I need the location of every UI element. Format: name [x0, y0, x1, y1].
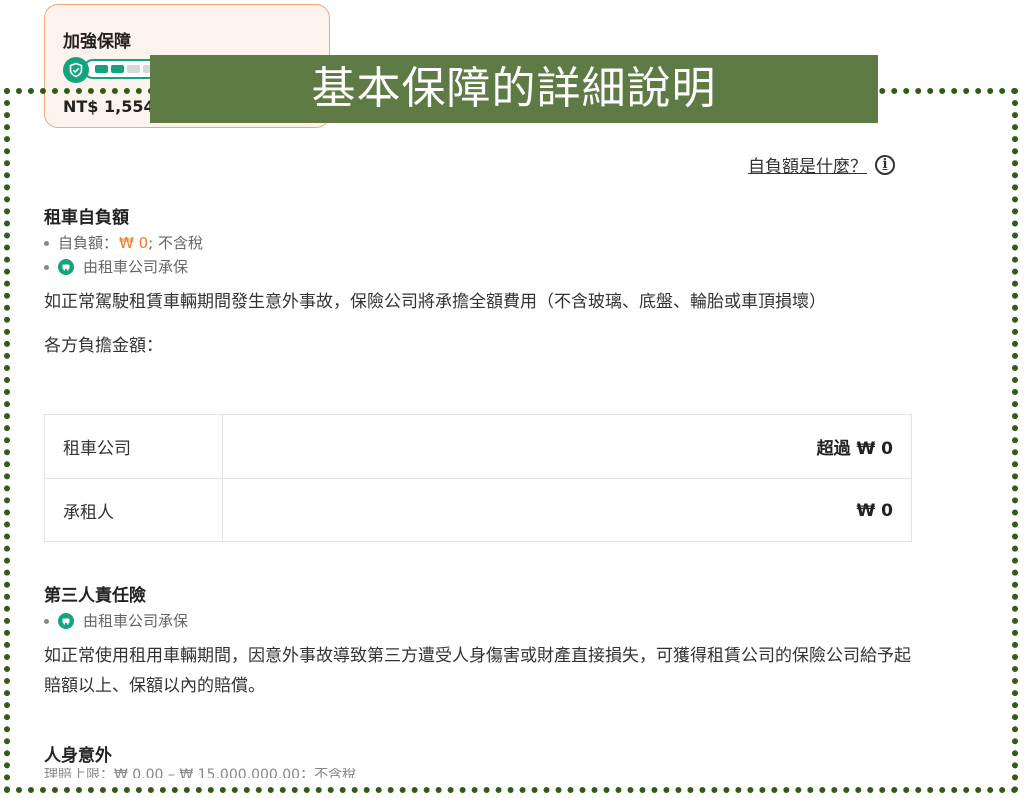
caption-banner: 基本保障的詳細說明 — [150, 55, 878, 123]
deductible-label: 自負額： — [58, 234, 119, 252]
insurer-bullet: 由租車公司承保 — [44, 609, 914, 633]
bullet-dot — [44, 618, 49, 624]
shield-check-icon — [63, 57, 89, 83]
car-icon — [58, 613, 74, 629]
table-party: 租車公司 — [45, 415, 223, 478]
cost-split-title: 各方負擔金額： — [44, 336, 163, 356]
table-party: 承租人 — [45, 479, 223, 542]
table-row: 租車公司 超過 ₩ 0 — [45, 415, 911, 479]
level-segment — [127, 65, 140, 73]
section-title: 第三人責任險 — [44, 586, 146, 606]
bullet-dot — [44, 240, 49, 246]
table-amount: 超過 ₩ 0 — [816, 439, 893, 459]
deductible-faq-label: 自負額是什麼？ — [748, 157, 867, 177]
personal-accident-cutoff-text: 理賠上限：₩ 0.00 – ₩ 15,000,000.00；不含稅 — [44, 768, 357, 778]
deductible-value: ₩ 0 — [119, 234, 149, 252]
deductible-description: 如正常駕駛租賃車輛期間發生意外事故，保險公司將承擔全額費用（不含玻璃、底盤、輪胎… — [44, 292, 826, 312]
cost-split-table: 租車公司 超過 ₩ 0 承租人 ₩ 0 — [44, 414, 912, 542]
personal-accident-section: 人身意外 — [44, 745, 914, 767]
plan-price-value: NT$ 1,554 — [63, 97, 155, 116]
level-segment — [95, 65, 108, 73]
table-row: 承租人 ₩ 0 — [45, 479, 911, 542]
deductible-faq-link[interactable]: 自負額是什麼？ i — [748, 152, 895, 177]
insurer-text: 由租車公司承保 — [83, 612, 189, 630]
insurer-bullet: 由租車公司承保 — [44, 255, 914, 279]
rental-deductible-section: 租車自負額 自負額： ₩ 0 ; 不含稅 由租車公司承保 如正常駕駛租賃車輛期間… — [44, 207, 914, 361]
third-party-section: 第三人責任險 由租車公司承保 如正常使用租用車輛期間，因意外事故導致第三方遭受人… — [44, 585, 914, 701]
level-segment — [111, 65, 124, 73]
deductible-bullet: 自負額： ₩ 0 ; 不含稅 — [44, 231, 914, 255]
plan-title: 加強保障 — [63, 32, 131, 52]
third-party-description: 如正常使用租用車輛期間，因意外事故導致第三方遭受人身傷害或財產直接損失，可獲得租… — [44, 646, 911, 696]
section-title: 人身意外 — [44, 746, 112, 766]
bullet-dot — [44, 264, 49, 270]
section-title: 租車自負額 — [44, 208, 129, 228]
tax-note: ; 不含稅 — [148, 234, 203, 252]
info-icon[interactable]: i — [875, 154, 895, 175]
car-icon — [58, 259, 74, 275]
insurer-text: 由租車公司承保 — [83, 258, 189, 276]
table-amount: ₩ 0 — [856, 500, 894, 521]
